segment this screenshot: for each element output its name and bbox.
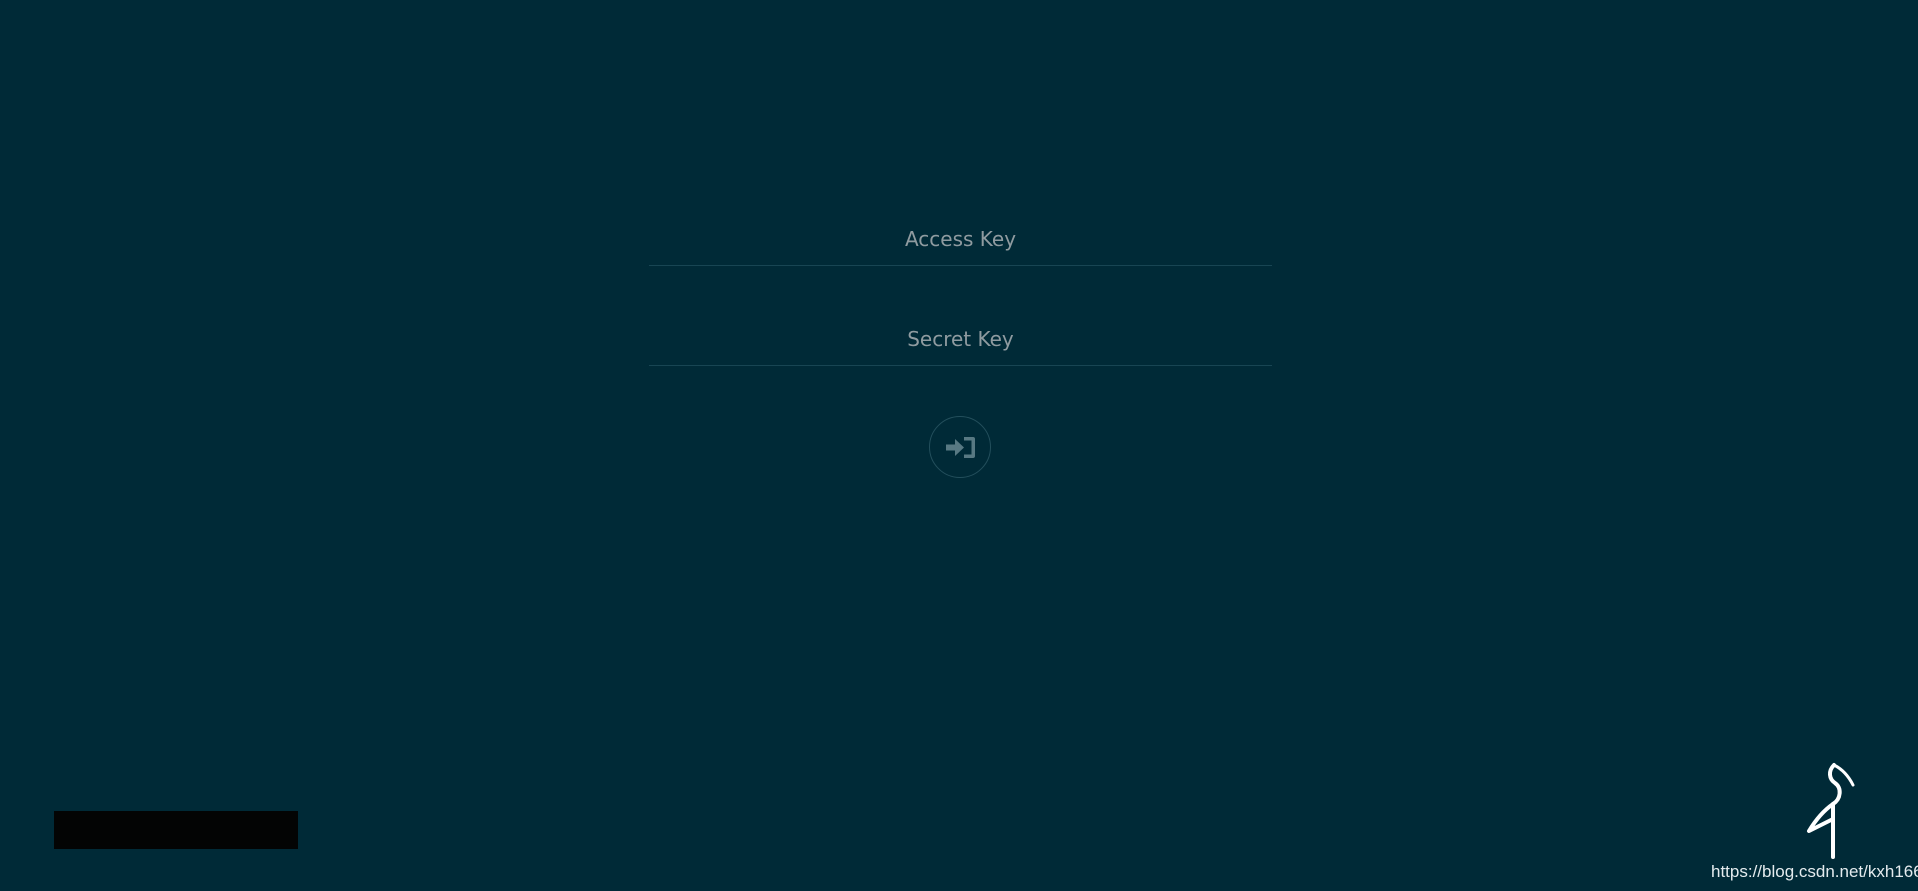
access-key-input[interactable]	[649, 212, 1272, 265]
access-key-field	[649, 212, 1272, 266]
sign-in-icon	[945, 436, 975, 458]
secret-key-input[interactable]	[649, 312, 1272, 365]
login-button[interactable]	[929, 416, 991, 478]
login-page: https://blog.csdn.net/kxh166	[0, 0, 1918, 891]
watermark-url: https://blog.csdn.net/kxh166	[1711, 862, 1918, 881]
redacted-region	[54, 811, 298, 849]
secret-key-field	[649, 312, 1272, 366]
minio-bird-icon	[1807, 763, 1855, 859]
login-form	[649, 212, 1272, 412]
